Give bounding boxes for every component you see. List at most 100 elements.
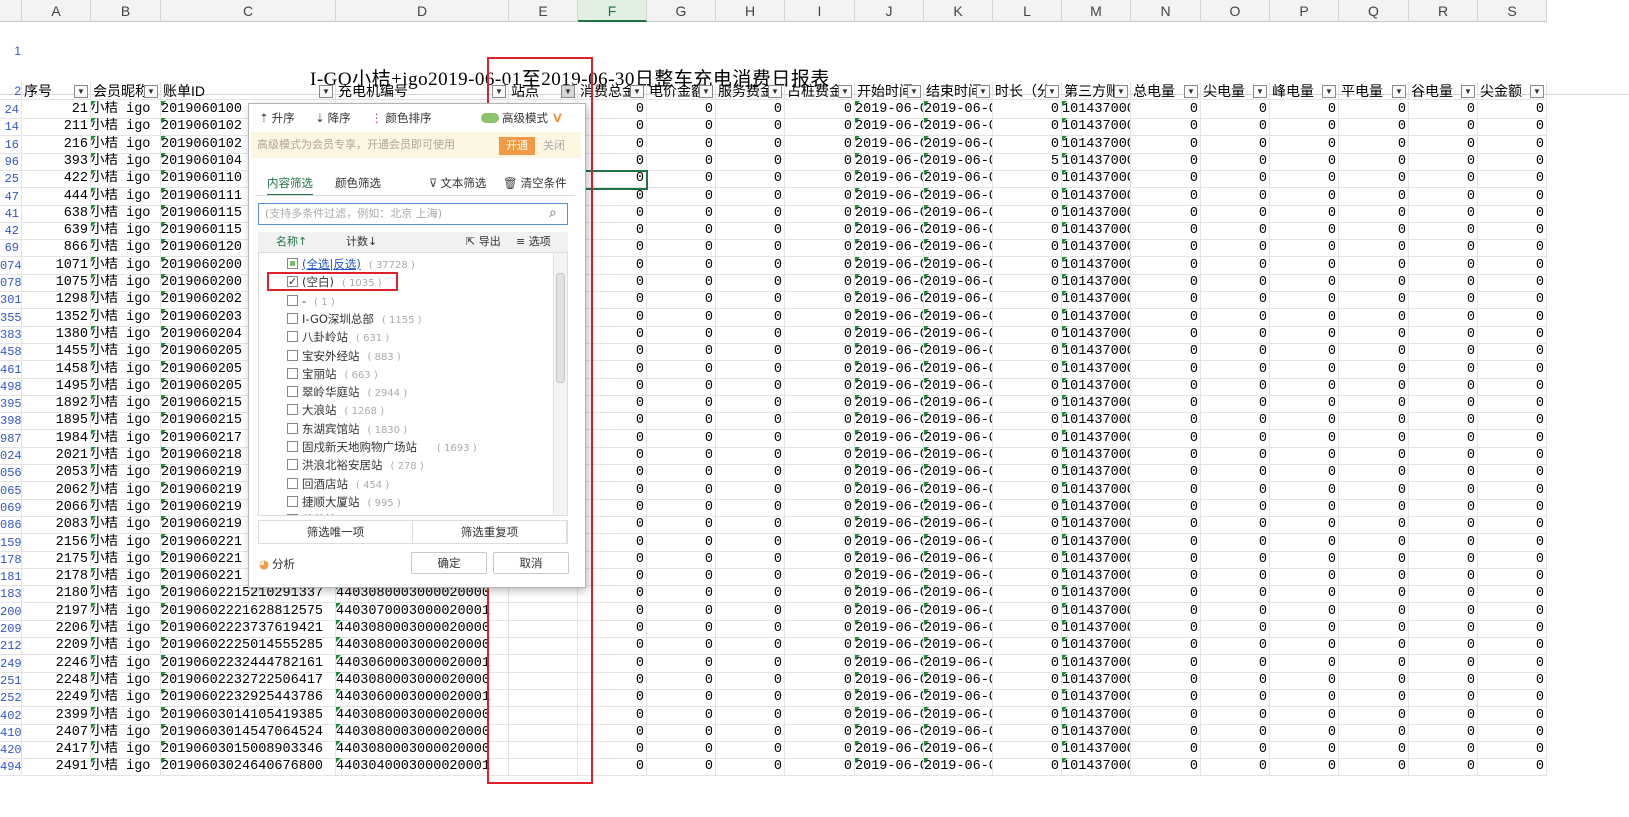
table-cell[interactable]: 小桔 igo: [91, 602, 161, 621]
table-cell[interactable]: 0: [785, 447, 855, 465]
table-cell[interactable]: 小桔 igo: [91, 568, 161, 587]
table-cell[interactable]: 0: [1270, 464, 1339, 483]
table-cell[interactable]: 0: [993, 741, 1062, 760]
table-cell[interactable]: 2019-06-0: [924, 360, 993, 379]
filter-dropdown-icon[interactable]: ▼: [1461, 85, 1475, 98]
table-cell[interactable]: 0: [1270, 187, 1339, 206]
table-cell[interactable]: 0: [716, 585, 785, 604]
table-cell[interactable]: 2019-06-0: [924, 498, 993, 517]
table-cell[interactable]: 小桔 igo: [91, 170, 161, 189]
column-header-C[interactable]: C: [161, 0, 336, 22]
table-cell[interactable]: 0: [1131, 654, 1201, 673]
tab-content-filter[interactable]: 内容筛选: [267, 175, 313, 196]
table-cell[interactable]: 0: [1478, 671, 1547, 690]
table-cell[interactable]: 0: [1270, 360, 1339, 379]
table-cell[interactable]: 0: [1409, 239, 1478, 258]
table-cell[interactable]: 0: [647, 377, 716, 396]
table-cell[interactable]: 小桔 igo: [91, 637, 161, 656]
table-cell[interactable]: 小桔 igo: [91, 706, 161, 725]
table-cell[interactable]: 0: [647, 602, 716, 621]
row-number[interactable]: 069: [0, 498, 22, 517]
table-cell[interactable]: 0: [1339, 187, 1409, 206]
table-cell[interactable]: 0: [1131, 464, 1201, 483]
table-cell[interactable]: 2491: [22, 758, 91, 777]
table-cell[interactable]: 2019-06-0: [924, 135, 993, 154]
table-cell[interactable]: 0: [785, 585, 855, 604]
table-cell[interactable]: 0: [1131, 689, 1201, 708]
column-header-L[interactable]: L: [993, 0, 1062, 22]
table-cell[interactable]: 0: [1270, 170, 1339, 189]
table-cell[interactable]: 0: [1339, 464, 1409, 483]
table-cell[interactable]: 0: [716, 689, 785, 708]
table-cell[interactable]: 小桔 igo: [91, 256, 161, 275]
table-cell[interactable]: 0: [785, 723, 855, 742]
table-cell[interactable]: 小桔 igo: [91, 395, 161, 414]
tab-color-filter[interactable]: 颜色筛选: [335, 175, 381, 191]
table-cell[interactable]: 2019-06-0: [924, 637, 993, 656]
table-cell[interactable]: 0: [1339, 671, 1409, 690]
table-cell[interactable]: 0: [647, 239, 716, 258]
table-cell[interactable]: 0: [1131, 118, 1201, 137]
table-cell[interactable]: 422: [22, 170, 91, 189]
table-cell[interactable]: 0: [647, 585, 716, 604]
filter-item[interactable]: 宝安外经站 ( 883 ): [287, 347, 401, 365]
table-cell[interactable]: 0: [785, 481, 855, 500]
table-cell[interactable]: 20190602232722506417: [161, 671, 336, 690]
table-cell[interactable]: 2053: [22, 464, 91, 483]
table-cell[interactable]: 0: [993, 706, 1062, 725]
table-cell[interactable]: 0: [1270, 654, 1339, 673]
row-number[interactable]: 024: [0, 447, 22, 465]
table-cell[interactable]: 0: [785, 602, 855, 621]
table-cell[interactable]: 0: [993, 654, 1062, 673]
table-cell[interactable]: 101437000: [1062, 239, 1131, 258]
table-cell[interactable]: 0: [716, 516, 785, 535]
table-cell[interactable]: 小桔 igo: [91, 343, 161, 362]
table-cell[interactable]: 0: [1339, 325, 1409, 344]
filter-dropdown-icon[interactable]: ▼: [768, 85, 782, 98]
row-number[interactable]: 183: [0, 585, 22, 604]
table-cell[interactable]: 2019-06-0: [924, 222, 993, 241]
table-cell[interactable]: 0: [1270, 395, 1339, 414]
column-header-A[interactable]: A: [22, 0, 91, 22]
table-cell[interactable]: 2019-06-0: [924, 239, 993, 258]
table-cell[interactable]: 2019-06-0: [924, 568, 993, 587]
table-cell[interactable]: 0: [1339, 291, 1409, 310]
table-cell[interactable]: 0: [716, 101, 785, 119]
table-cell[interactable]: 0: [1409, 741, 1478, 760]
table-cell[interactable]: 0: [1478, 585, 1547, 604]
table-cell[interactable]: 0: [1478, 481, 1547, 500]
table-cell[interactable]: 0: [785, 360, 855, 379]
table-cell[interactable]: 2019-06-0: [924, 689, 993, 708]
table-cell[interactable]: 0: [1478, 170, 1547, 189]
table-cell[interactable]: 2019-06-0: [924, 152, 993, 171]
table-cell[interactable]: 0: [1131, 602, 1201, 621]
table-cell[interactable]: 0: [1478, 464, 1547, 483]
table-cell[interactable]: 2019-06-0: [855, 637, 924, 656]
table-cell[interactable]: 0: [785, 550, 855, 569]
column-header-O[interactable]: O: [1201, 0, 1270, 22]
sort-desc-button[interactable]: ⇣ 降序: [315, 110, 351, 126]
table-cell[interactable]: 2062: [22, 481, 91, 500]
table-cell[interactable]: 0: [716, 533, 785, 552]
table-cell[interactable]: 2019-06-0: [924, 412, 993, 431]
table-cell[interactable]: 2019-06-0: [855, 498, 924, 517]
column-header-P[interactable]: P: [1270, 0, 1339, 22]
filter-dropdown-icon[interactable]: ▼: [319, 85, 333, 98]
table-cell[interactable]: 小桔 igo: [91, 429, 161, 448]
table-cell[interactable]: 0: [993, 429, 1062, 448]
table-cell[interactable]: 0: [1409, 152, 1478, 171]
column-header-R[interactable]: R: [1409, 0, 1478, 22]
table-cell[interactable]: 0: [716, 447, 785, 465]
table-cell[interactable]: 0: [716, 671, 785, 690]
table-cell[interactable]: 0: [716, 343, 785, 362]
filter-dropdown-icon[interactable]: ▼: [74, 85, 88, 98]
table-cell[interactable]: 0: [1339, 516, 1409, 535]
table-cell[interactable]: 2019-06-0: [924, 602, 993, 621]
table-cell[interactable]: 20190602225014555285: [161, 637, 336, 656]
table-cell[interactable]: 0: [716, 152, 785, 171]
table-cell[interactable]: 0: [785, 516, 855, 535]
table-cell[interactable]: 0: [1201, 758, 1270, 777]
table-cell[interactable]: 0: [1478, 758, 1547, 777]
filter-item[interactable]: 宝丽站 ( 663 ): [287, 365, 378, 383]
filter-dropdown-icon[interactable]: ▼: [144, 85, 158, 98]
